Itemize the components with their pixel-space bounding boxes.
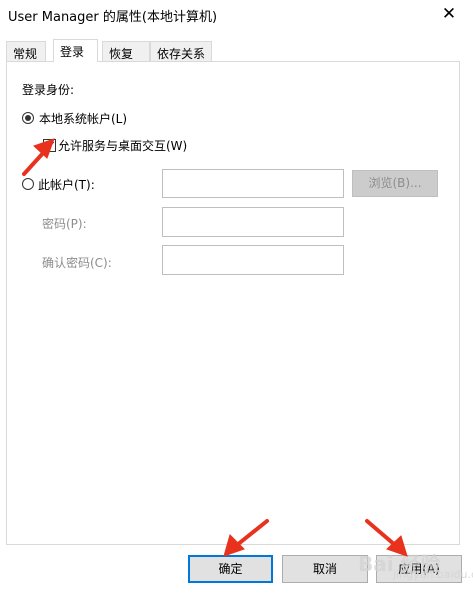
this-account-label[interactable]: 此帐户(T): — [38, 176, 95, 193]
cancel-button[interactable]: 取消 — [282, 555, 368, 583]
title-bar: User Manager 的属性(本地计算机) ✕ — [0, 0, 473, 30]
tab-logon[interactable]: 登录 — [53, 39, 98, 62]
tab-strip: 常规 登录 恢复 依存关系 — [6, 39, 467, 62]
allow-desktop-checkbox[interactable] — [43, 139, 56, 152]
logon-as-label: 登录身份: — [22, 83, 75, 97]
ok-button[interactable]: 确定 — [188, 555, 273, 583]
this-account-radio[interactable] — [22, 178, 34, 190]
local-system-radio[interactable] — [22, 112, 34, 124]
tab-general[interactable]: 常规 — [6, 41, 46, 61]
browse-button[interactable]: 浏览(B)... — [352, 170, 438, 197]
checkmark-icon — [44, 141, 55, 150]
allow-desktop-label[interactable]: 允许服务与桌面交互(W) — [58, 137, 187, 154]
tab-recovery[interactable]: 恢复 — [102, 41, 150, 61]
password-label: 密码(P): — [42, 217, 87, 231]
local-system-label[interactable]: 本地系统帐户(L) — [39, 110, 127, 127]
confirm-password-label: 确认密码(C): — [42, 256, 112, 270]
window-title: User Manager 的属性(本地计算机) — [8, 10, 218, 25]
baidu-watermark-url: jingyan.baidu.com — [393, 568, 473, 581]
this-account-input[interactable] — [162, 169, 344, 198]
logon-panel — [6, 61, 460, 545]
password-input[interactable] — [162, 207, 344, 237]
tab-dependencies[interactable]: 依存关系 — [150, 41, 212, 61]
close-icon[interactable]: ✕ — [438, 3, 460, 25]
confirm-password-input[interactable] — [162, 245, 344, 275]
